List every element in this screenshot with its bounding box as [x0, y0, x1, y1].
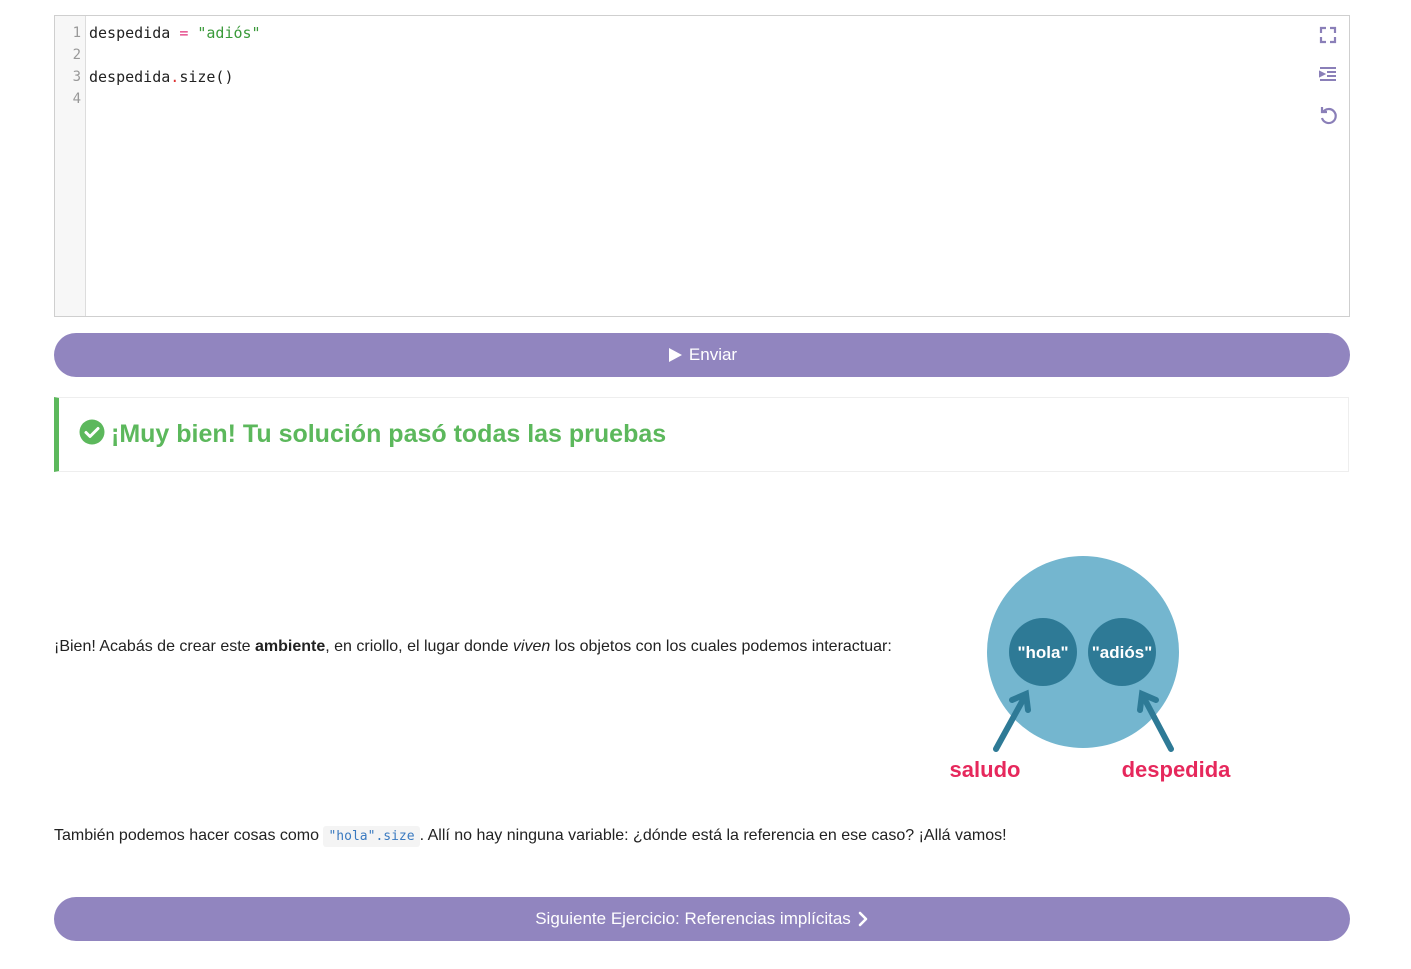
text: También podemos hacer cosas como — [54, 827, 324, 844]
explanation-paragraph: ¡Bien! Acabás de crear este ambiente, en… — [54, 638, 892, 656]
code-dot: . — [170, 68, 180, 86]
check-circle-icon — [79, 419, 105, 450]
object-adios-label: "adiós" — [1092, 643, 1153, 662]
text: , en criollo, el lugar donde — [325, 638, 513, 655]
code-editor[interactable]: 1 2 3 4 despedida = "adiós" despedida.si… — [54, 15, 1350, 317]
code-line-1[interactable]: despedida = "adiós" — [89, 22, 261, 44]
reference-saludo-label: saludo — [950, 757, 1021, 782]
environment-diagram: "hola" "adiós" saludo despedida — [940, 550, 1250, 790]
reset-icon[interactable] — [1317, 104, 1339, 126]
text: los objetos con los cuales podemos inter… — [550, 638, 892, 655]
code-call: size() — [179, 68, 234, 86]
line-number: 2 — [72, 47, 81, 63]
fullscreen-icon[interactable] — [1317, 24, 1339, 46]
submit-button-label: Enviar — [688, 345, 738, 364]
play-icon — [667, 347, 683, 363]
indent-icon[interactable] — [1317, 64, 1339, 86]
result-banner: ¡Muy bien! Tu solución pasó todas las pr… — [54, 397, 1349, 472]
next-exercise-label: Siguiente Ejercicio: Referencias implíci… — [535, 909, 851, 928]
inline-code: "hola".size — [323, 826, 420, 847]
code-object: despedida — [89, 68, 171, 86]
code-string: "hola" — [328, 829, 376, 844]
line-number: 3 — [72, 69, 81, 85]
code-variable: despedida — [89, 24, 171, 42]
text: ¡Bien! Acabás de crear este — [54, 638, 255, 655]
submit-button[interactable]: Enviar — [54, 333, 1350, 377]
code-method: .size — [375, 829, 415, 844]
code-operator: = — [179, 24, 189, 42]
bold-text: ambiente — [255, 638, 326, 655]
text: . Allí no hay ninguna variable: ¿dónde e… — [419, 827, 1007, 844]
code-string: "adiós" — [197, 24, 261, 42]
next-exercise-button[interactable]: Siguiente Ejercicio: Referencias implíci… — [54, 897, 1350, 941]
object-hola-label: "hola" — [1017, 643, 1068, 662]
result-message: ¡Muy bien! Tu solución pasó todas las pr… — [111, 420, 667, 448]
code-line-3[interactable]: despedida.size() — [89, 66, 234, 88]
line-gutter: 1 2 3 4 — [55, 16, 86, 316]
line-number: 1 — [72, 25, 81, 41]
reference-despedida-label: despedida — [1122, 757, 1232, 782]
italic-text: viven — [512, 638, 551, 655]
line-number: 4 — [72, 91, 81, 107]
chevron-right-icon — [857, 911, 869, 927]
explanation-paragraph: También podemos hacer cosas como "hola".… — [54, 826, 1007, 847]
